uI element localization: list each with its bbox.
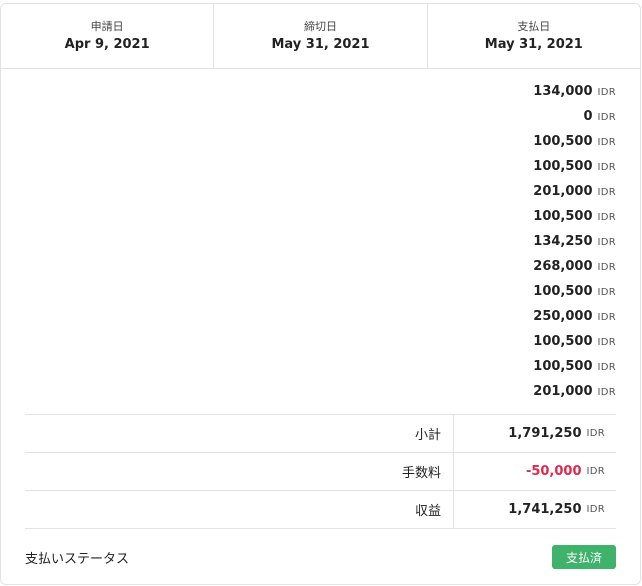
currency-label: IDR — [586, 504, 605, 515]
payment-status-label: 支払いステータス — [25, 551, 130, 567]
currency-label: IDR — [597, 262, 616, 273]
net-value: 1,741,250 — [508, 502, 582, 517]
line-item-amount: 100,500 — [533, 334, 593, 349]
line-item: 134,000 IDR — [1, 84, 640, 109]
subtotal-label: 小計 — [25, 415, 454, 452]
line-item: 250,000 IDR — [1, 309, 640, 334]
dates-header: 申請日 Apr 9, 2021 締切日 May 31, 2021 支払日 May… — [1, 4, 640, 69]
line-item-amount: 100,500 — [533, 159, 593, 174]
currency-label: IDR — [597, 162, 616, 173]
line-item: 100,500 IDR — [1, 284, 640, 309]
line-item-amount: 100,500 — [533, 134, 593, 149]
line-item: 100,500 IDR — [1, 334, 640, 359]
line-items-list: 134,000 IDR 0 IDR 100,500 IDR 100,500 IDR 20… — [1, 84, 640, 409]
line-item: 0 IDR — [1, 109, 640, 134]
fee-value: -50,000 — [525, 464, 582, 479]
payment-date: 支払日 May 31, 2021 — [428, 4, 640, 68]
fee-label: 手数料 — [25, 453, 454, 490]
currency-label: IDR — [597, 387, 616, 398]
deadline-date-value: May 31, 2021 — [271, 36, 370, 52]
application-date: 申請日 Apr 9, 2021 — [1, 4, 215, 68]
fee-row: 手数料 -50,000 IDR — [25, 453, 616, 491]
line-item: 100,500 IDR — [1, 159, 640, 184]
subtotal-row: 小計 1,791,250 IDR — [25, 415, 616, 453]
summary-table: 小計 1,791,250 IDR 手数料 -50,000 IDR 収益 1,741,… — [25, 414, 616, 529]
line-item: 100,500 IDR — [1, 359, 640, 384]
deadline-date-label: 締切日 — [303, 19, 337, 33]
currency-label: IDR — [597, 187, 616, 198]
line-item: 268,000 IDR — [1, 259, 640, 284]
line-item-amount: 250,000 — [533, 309, 593, 324]
currency-label: IDR — [597, 112, 616, 123]
deadline-date: 締切日 May 31, 2021 — [214, 4, 428, 68]
line-item-amount: 100,500 — [533, 359, 593, 374]
subtotal-value: 1,791,250 — [508, 426, 582, 441]
currency-label: IDR — [586, 466, 605, 477]
payment-status-row: 支払いステータス 支払済 — [25, 544, 616, 570]
net-label: 収益 — [25, 491, 454, 528]
application-date-label: 申請日 — [90, 19, 124, 33]
payment-date-value: May 31, 2021 — [484, 36, 583, 52]
net-row: 収益 1,741,250 IDR — [25, 491, 616, 529]
line-item: 201,000 IDR — [1, 184, 640, 209]
line-item-amount: 100,500 — [533, 209, 593, 224]
currency-label: IDR — [597, 212, 616, 223]
line-item: 134,250 IDR — [1, 234, 640, 259]
line-item: 100,500 IDR — [1, 134, 640, 159]
fee-value-cell: -50,000 IDR — [454, 453, 616, 490]
net-value-cell: 1,741,250 IDR — [454, 491, 616, 528]
currency-label: IDR — [597, 337, 616, 348]
line-item-amount: 268,000 — [533, 259, 593, 274]
line-item: 100,500 IDR — [1, 209, 640, 234]
status-badge: 支払済 — [552, 545, 616, 569]
line-item-amount: 100,500 — [533, 284, 593, 299]
payment-detail-card: 申請日 Apr 9, 2021 締切日 May 31, 2021 支払日 May… — [0, 3, 641, 585]
line-item-amount: 134,250 — [533, 234, 593, 249]
currency-label: IDR — [586, 428, 605, 439]
subtotal-value-cell: 1,791,250 IDR — [454, 415, 616, 452]
currency-label: IDR — [597, 287, 616, 298]
currency-label: IDR — [597, 237, 616, 248]
line-item-amount: 201,000 — [533, 184, 593, 199]
line-item-amount: 134,000 — [533, 84, 593, 99]
line-item-amount: 0 — [583, 109, 593, 124]
currency-label: IDR — [597, 87, 616, 98]
currency-label: IDR — [597, 362, 616, 373]
application-date-value: Apr 9, 2021 — [64, 36, 150, 52]
currency-label: IDR — [597, 312, 616, 323]
line-item-amount: 201,000 — [533, 384, 593, 399]
currency-label: IDR — [597, 137, 616, 148]
line-item: 201,000 IDR — [1, 384, 640, 409]
payment-date-label: 支払日 — [517, 19, 551, 33]
